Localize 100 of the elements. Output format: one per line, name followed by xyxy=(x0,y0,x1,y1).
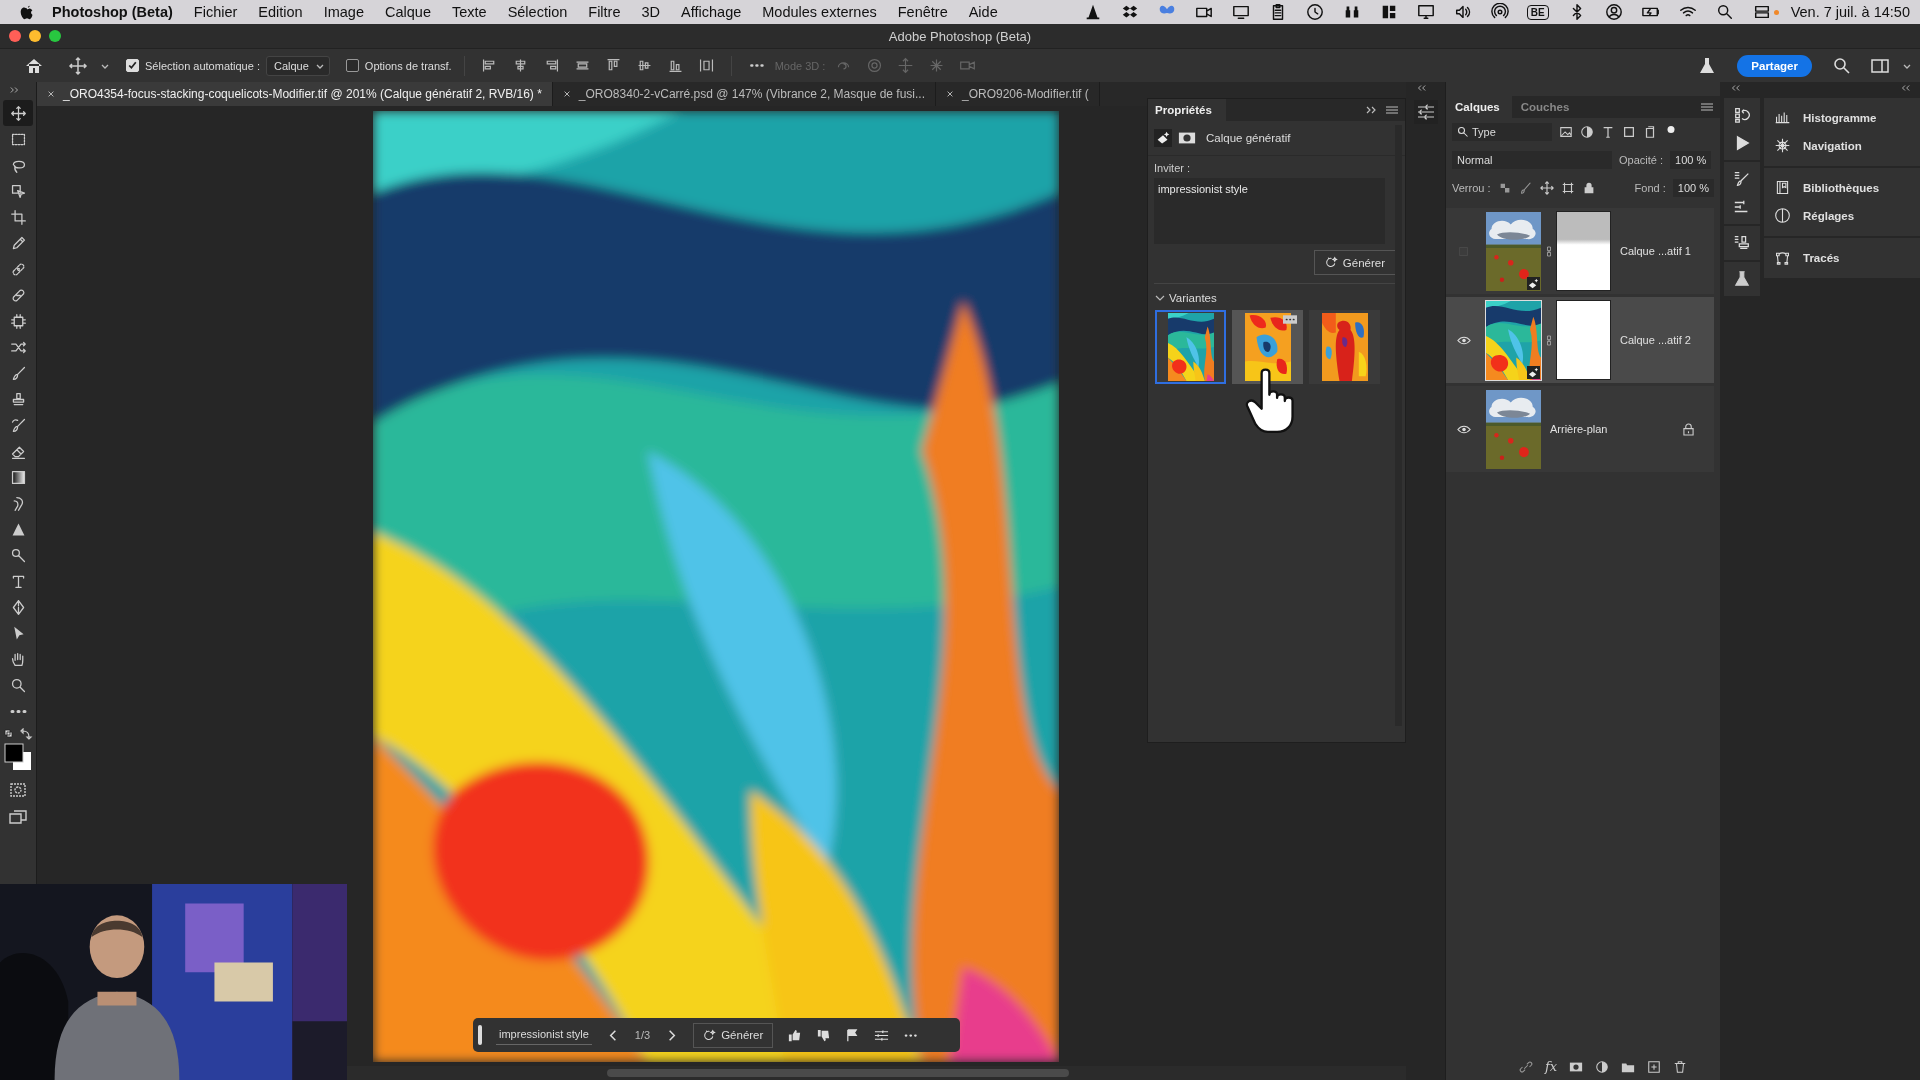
fill-field[interactable]: 100 % xyxy=(1672,179,1714,197)
target-dropdown[interactable]: Calque xyxy=(265,55,330,76)
app-name[interactable]: Photoshop (Beta) xyxy=(52,4,173,20)
menu-icon[interactable] xyxy=(1700,102,1714,112)
menu-item[interactable]: Calque xyxy=(385,4,431,20)
layer-mask-thumbnail[interactable] xyxy=(1556,300,1611,380)
brush-icon[interactable] xyxy=(1518,181,1533,195)
menu-item[interactable]: Sélection xyxy=(507,4,568,20)
variant-thumbnail[interactable] xyxy=(1309,310,1380,384)
thumbs-up-icon[interactable] xyxy=(787,1027,803,1043)
expand-icon[interactable] xyxy=(10,86,20,94)
lock-icon[interactable] xyxy=(1683,422,1694,436)
opacity-field[interactable]: 100 % xyxy=(1670,151,1712,169)
move-icon[interactable] xyxy=(1539,181,1554,195)
scrollbar[interactable] xyxy=(1395,125,1402,726)
chevron-icon[interactable] xyxy=(1155,293,1165,303)
drag-handle-icon[interactable] xyxy=(478,1025,482,1045)
menu-item[interactable]: Texte xyxy=(451,4,487,20)
quick-mask-icon[interactable] xyxy=(8,780,28,800)
filter-dropdown[interactable]: Type xyxy=(1452,123,1552,141)
prompt-field[interactable]: impressionist style xyxy=(496,1025,592,1045)
more-icon[interactable] xyxy=(1283,315,1297,324)
flask-icon[interactable] xyxy=(1733,270,1751,288)
close-icon[interactable] xyxy=(47,90,55,98)
layer-row[interactable]: Arrière-plan xyxy=(1446,386,1714,472)
panel-item[interactable]: Réglages xyxy=(1764,202,1920,230)
adjustment-icon[interactable] xyxy=(1595,1059,1610,1074)
menu-clock[interactable]: Ven. 7 juil. à 14:50 xyxy=(1790,4,1910,20)
toggle-icon[interactable] xyxy=(1752,3,1771,21)
new-layer-icon[interactable] xyxy=(1647,1059,1662,1074)
menu-item[interactable]: Affichage xyxy=(681,4,742,20)
collapse-icon[interactable] xyxy=(1416,84,1426,92)
generate-button[interactable]: Générer xyxy=(693,1022,774,1048)
close-icon[interactable] xyxy=(946,90,954,98)
blend-mode-dropdown[interactable]: Normal xyxy=(1452,151,1612,169)
swap-colors-icon[interactable] xyxy=(3,728,33,742)
panel-item[interactable]: Histogramme xyxy=(1764,104,1920,132)
menu-item[interactable]: Fichier xyxy=(193,4,238,20)
prompt-label: Inviter : xyxy=(1154,162,1192,174)
history-icon[interactable] xyxy=(1733,106,1751,124)
link-icon[interactable] xyxy=(1518,1059,1533,1074)
close-icon[interactable] xyxy=(562,90,571,98)
layer-mask-thumbnail[interactable] xyxy=(1556,211,1611,291)
collapse-icon[interactable] xyxy=(1730,84,1740,92)
clone-source-icon[interactable] xyxy=(1733,234,1751,252)
menu-icon[interactable] xyxy=(1385,105,1399,115)
color-swatches-icon[interactable] xyxy=(3,742,33,772)
zoom-window-icon[interactable] xyxy=(49,30,61,42)
image-filter-icon[interactable] xyxy=(1559,125,1573,139)
visibility-toggle[interactable] xyxy=(1457,335,1471,345)
search-icon[interactable] xyxy=(1832,55,1852,76)
visibility-toggle[interactable] xyxy=(1457,424,1471,434)
broadcast-icon[interactable] xyxy=(1490,3,1509,21)
volume-icon[interactable] xyxy=(1453,3,1472,21)
menu-item[interactable]: Modules externes xyxy=(762,4,877,20)
horizontal-scrollbar[interactable] xyxy=(347,1066,1406,1080)
tool-button[interactable] xyxy=(3,100,33,126)
brush-settings-icon[interactable] xyxy=(1733,170,1751,188)
trash-icon[interactable] xyxy=(1673,1059,1688,1074)
search-icon[interactable] xyxy=(1715,3,1734,21)
panel-item[interactable]: Bibliothèques xyxy=(1764,174,1920,202)
panel-tab[interactable]: Couches xyxy=(1511,96,1582,118)
variant-thumbnail[interactable] xyxy=(1155,310,1226,384)
menu-item[interactable]: Edition xyxy=(258,4,303,20)
layer-row[interactable]: Calque ...atif 2 xyxy=(1446,297,1714,383)
menu-item[interactable]: Fenêtre xyxy=(897,4,948,20)
share-button[interactable]: Partager xyxy=(1737,54,1812,77)
panel-tab[interactable]: Calques xyxy=(1446,96,1512,118)
checkbox[interactable] xyxy=(345,59,359,72)
sliders-icon[interactable] xyxy=(874,1027,890,1043)
link-icon[interactable] xyxy=(1546,333,1552,347)
keyboard-layout-indicator[interactable]: BE xyxy=(1526,4,1549,20)
clock-icon[interactable] xyxy=(1305,3,1324,21)
variants-heading: Variantes xyxy=(1169,292,1217,304)
monitor-icon[interactable] xyxy=(1416,3,1435,21)
user-icon[interactable] xyxy=(1604,3,1623,21)
artboard-icon[interactable] xyxy=(1560,181,1575,195)
type-filter-icon[interactable] xyxy=(1601,125,1615,139)
menu-item[interactable]: Filtre xyxy=(588,4,621,20)
panel-item[interactable]: Navigation xyxy=(1764,132,1920,160)
adjustment-filter-icon[interactable] xyxy=(1580,125,1594,139)
link-icon[interactable] xyxy=(1546,244,1552,258)
document-tab[interactable]: _ORO4354-focus-stacking-coquelicots-Modifier.tif @ 201% (Calque génératif 2, RVB/16) * xyxy=(37,82,553,106)
effects-button[interactable]: fx xyxy=(1544,1059,1558,1074)
align-icon[interactable] xyxy=(697,57,715,74)
close-window-icon[interactable] xyxy=(9,30,21,42)
move-icon[interactable] xyxy=(68,55,88,76)
menu-item[interactable]: Aide xyxy=(968,4,998,20)
collapse-icon[interactable] xyxy=(1900,84,1910,92)
shape-filter-icon[interactable] xyxy=(1622,125,1636,139)
menu-item[interactable]: 3D xyxy=(641,4,661,20)
variant-thumbnail[interactable] xyxy=(1232,310,1303,384)
minimize-window-icon[interactable] xyxy=(29,30,41,42)
menu-item[interactable]: Image xyxy=(323,4,364,20)
layer-row[interactable]: Calque ...atif 1 xyxy=(1446,208,1714,294)
prompt-field[interactable]: impressionist style xyxy=(1154,178,1385,244)
panel-tab[interactable]: Propriétés xyxy=(1148,99,1226,121)
thumbs-down-icon[interactable] xyxy=(816,1027,832,1043)
smart-object-filter-icon[interactable] xyxy=(1643,125,1657,139)
display-icon[interactable] xyxy=(1231,3,1250,21)
